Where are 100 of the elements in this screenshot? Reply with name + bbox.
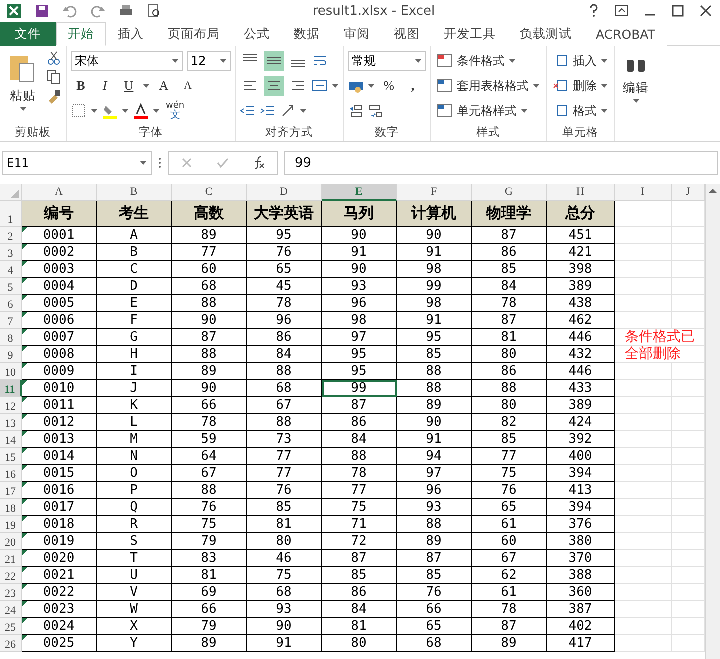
ribbon-tab[interactable]: 开始 <box>56 22 106 46</box>
underline-button[interactable]: U <box>119 76 139 96</box>
row-header[interactable]: 12 <box>0 397 22 414</box>
row-header[interactable]: 7 <box>0 312 22 329</box>
file-menu-tab[interactable]: 文件 <box>0 22 56 46</box>
column-header[interactable]: H <box>547 184 615 201</box>
style-menu-button[interactable]: 条件格式 <box>435 50 542 72</box>
copy-icon[interactable] <box>46 69 62 85</box>
row-header[interactable]: 22 <box>0 567 22 584</box>
row-header[interactable]: 6 <box>0 295 22 312</box>
formula-field[interactable]: 99 <box>284 151 718 175</box>
table-cell: 45 <box>247 278 322 295</box>
orientation-icon[interactable] <box>280 103 296 119</box>
close-icon[interactable] <box>698 3 714 19</box>
name-box[interactable]: E11 <box>2 151 152 175</box>
table-cell: 433 <box>547 380 615 397</box>
cells-menu-button[interactable]: 删除 <box>551 75 610 97</box>
border-icon[interactable] <box>71 103 87 119</box>
column-header[interactable]: G <box>472 184 547 201</box>
table-cell: 86 <box>322 414 397 431</box>
table-cell: 77 <box>172 244 247 261</box>
row-header[interactable]: 9 <box>0 346 22 363</box>
grid-icon <box>437 53 453 69</box>
italic-button[interactable]: I <box>95 76 115 96</box>
table-cell: 0004 <box>22 278 97 295</box>
table-cell: 78 <box>322 465 397 482</box>
font-size-field[interactable]: 12 <box>187 51 231 71</box>
row-header[interactable]: 5 <box>0 278 22 295</box>
column-header[interactable]: B <box>97 184 172 201</box>
shrink-font-button[interactable]: A <box>178 76 198 96</box>
percent-button[interactable]: % <box>379 76 399 96</box>
row-header[interactable]: 19 <box>0 516 22 533</box>
merge-icon[interactable] <box>312 78 328 94</box>
table-cell: 66 <box>172 397 247 414</box>
table-cell: 87 <box>397 550 472 567</box>
row-header[interactable]: 10 <box>0 363 22 380</box>
table-cell: 83 <box>172 550 247 567</box>
column-header[interactable]: F <box>397 184 472 201</box>
table-cell: B <box>97 244 172 261</box>
column-header[interactable]: J <box>672 184 705 201</box>
style-menu-button[interactable]: 套用表格格式 <box>435 75 542 97</box>
grow-font-button[interactable]: A <box>154 76 174 96</box>
row-header[interactable]: 20 <box>0 533 22 550</box>
excel-logo-icon[interactable] <box>6 3 22 19</box>
row-header[interactable]: 13 <box>0 414 22 431</box>
column-header[interactable]: A <box>22 184 97 201</box>
horizontal-align-button[interactable] <box>264 76 284 96</box>
table-cell: 0021 <box>22 567 97 584</box>
table-cell: 46 <box>247 550 322 567</box>
cut-icon[interactable] <box>46 50 62 66</box>
row-header[interactable]: 23 <box>0 584 22 601</box>
save-icon[interactable] <box>34 3 50 19</box>
row-header[interactable]: 14 <box>0 431 22 448</box>
row-header[interactable]: 11 <box>0 380 22 397</box>
table-cell: 0011 <box>22 397 97 414</box>
row-header[interactable]: 26 <box>0 635 22 652</box>
font-name-field[interactable]: 宋体 <box>71 51 183 71</box>
comma-button[interactable]: , <box>403 76 423 96</box>
column-header[interactable]: D <box>247 184 322 201</box>
row-header[interactable]: 2 <box>0 227 22 244</box>
row-header[interactable]: 15 <box>0 448 22 465</box>
cells-menu-button[interactable]: 插入 <box>551 50 610 72</box>
maximize-icon[interactable] <box>670 3 686 19</box>
editing-button[interactable]: 编辑 <box>619 50 653 141</box>
ribbon-display-icon[interactable] <box>614 3 630 19</box>
redo-icon[interactable] <box>90 3 106 19</box>
row-header[interactable]: 1 <box>0 201 22 227</box>
table-cell: 79 <box>172 533 247 550</box>
fill-color-icon[interactable] <box>102 103 118 119</box>
font-color-icon[interactable] <box>133 103 149 119</box>
row-header[interactable]: 17 <box>0 482 22 499</box>
column-header[interactable]: I <box>615 184 672 201</box>
bold-button[interactable]: B <box>71 76 91 96</box>
row-header[interactable]: 25 <box>0 618 22 635</box>
column-header[interactable]: C <box>172 184 247 201</box>
table-cell: 0022 <box>22 584 97 601</box>
caret-icon <box>91 109 98 113</box>
row-header[interactable]: 3 <box>0 244 22 261</box>
decrease-decimal-icon[interactable] <box>368 103 384 119</box>
table-cell: 0012 <box>22 414 97 431</box>
row-header[interactable]: 8 <box>0 329 22 346</box>
row-header[interactable]: 24 <box>0 601 22 618</box>
phonetic-button[interactable]: wén 文 <box>164 101 187 121</box>
row-header[interactable]: 18 <box>0 499 22 516</box>
undo-icon[interactable] <box>62 3 78 19</box>
row-header[interactable]: 4 <box>0 261 22 278</box>
vertical-align-button[interactable] <box>264 51 284 71</box>
paste-button[interactable]: 粘贴 <box>4 50 42 123</box>
print-preview-icon[interactable] <box>146 3 162 19</box>
table-cell: 59 <box>172 431 247 448</box>
number-format-field[interactable]: 常规 <box>348 51 426 71</box>
corner-triangle-icon <box>11 190 19 198</box>
table-cell: 88 <box>397 380 472 397</box>
cells-menu-button[interactable]: 格式 <box>551 100 610 122</box>
increase-decimal-icon[interactable] <box>348 103 364 119</box>
column-header[interactable]: E <box>322 184 397 201</box>
table-cell: 95 <box>247 227 322 244</box>
row-header[interactable]: 16 <box>0 465 22 482</box>
style-menu-button[interactable]: 单元格样式 <box>435 100 542 122</box>
row-header[interactable]: 21 <box>0 550 22 567</box>
